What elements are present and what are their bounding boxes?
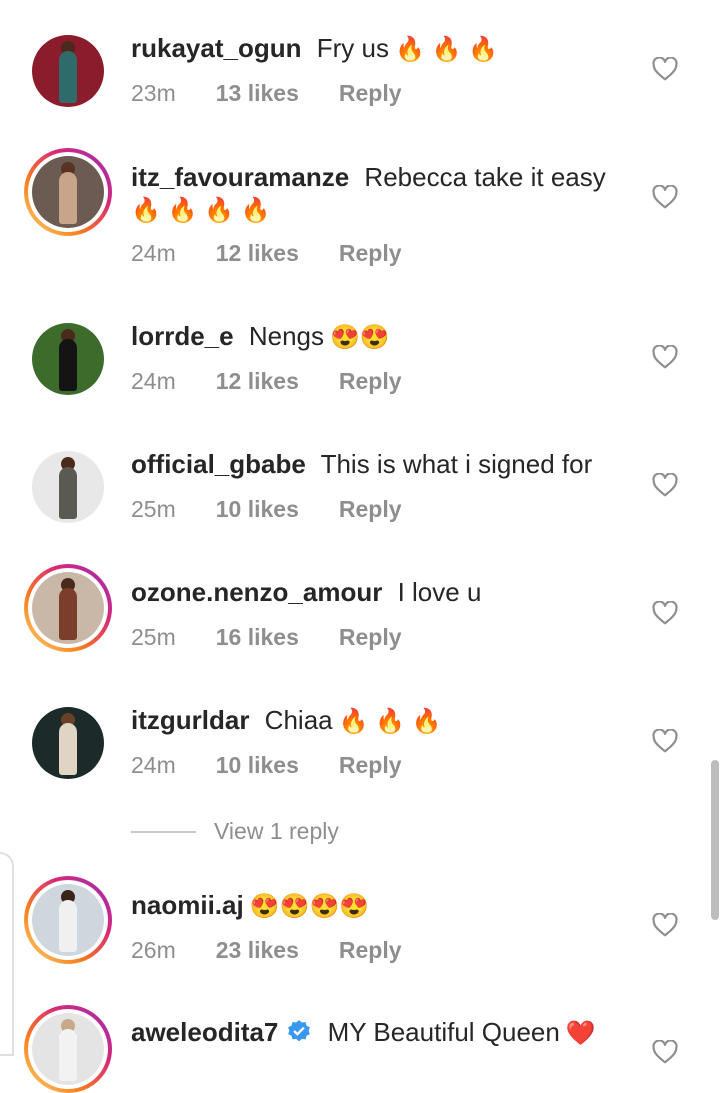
- comment-username[interactable]: itzgurldar: [131, 705, 249, 735]
- comment-likes[interactable]: 12 likes: [216, 240, 299, 267]
- reply-button[interactable]: Reply: [339, 368, 402, 395]
- comment-likes[interactable]: 10 likes: [216, 752, 299, 779]
- comment-meta: 24m 12 likes Reply: [131, 240, 402, 267]
- scrollbar[interactable]: [711, 760, 719, 920]
- comment-text: itz_favouramanze Rebecca take it easy 🔥 🔥…: [131, 161, 606, 227]
- comment-emojis: ❤️: [565, 1020, 596, 1047]
- avatar[interactable]: [32, 451, 104, 523]
- comment-time: 26m: [131, 937, 176, 963]
- like-heart-icon[interactable]: [652, 912, 678, 937]
- reply-button[interactable]: Reply: [339, 80, 402, 107]
- comment-likes[interactable]: 10 likes: [216, 496, 299, 523]
- like-heart-icon[interactable]: [652, 344, 678, 369]
- comment-time: 24m: [131, 368, 176, 394]
- replies-divider: [131, 831, 196, 833]
- reply-button[interactable]: Reply: [339, 496, 402, 523]
- comment-meta: 23m 13 likes Reply: [131, 80, 402, 107]
- comment-emojis: 🔥 🔥 🔥: [338, 708, 442, 735]
- comment-time: 23m: [131, 80, 176, 106]
- comment-meta: 24m 10 likes Reply: [131, 752, 402, 779]
- comment-body: Nengs: [241, 321, 324, 351]
- comment-body: I love u: [390, 577, 482, 607]
- comment-text: naomii.aj 😍😍😍😍: [131, 889, 369, 923]
- avatar-image: [32, 451, 104, 523]
- comment-meta: 25m 10 likes Reply: [131, 496, 402, 523]
- like-heart-icon[interactable]: [652, 1039, 678, 1064]
- avatar-image: [32, 572, 104, 644]
- like-heart-icon[interactable]: [652, 56, 678, 81]
- comment-time: 24m: [131, 752, 176, 778]
- comment-meta: 24m 12 likes Reply: [131, 368, 402, 395]
- avatar-story-ring[interactable]: [24, 1005, 112, 1093]
- avatar-image: [32, 707, 104, 779]
- comment-username[interactable]: official_gbabe: [131, 449, 306, 479]
- avatar-story-ring[interactable]: [24, 876, 112, 964]
- comment-text: rukayat_ogun Fry us 🔥 🔥 🔥: [131, 32, 498, 66]
- avatar-image: [32, 1013, 104, 1085]
- comment-emojis: 😍😍: [330, 324, 390, 351]
- comment-emojis: 🔥 🔥 🔥: [394, 36, 498, 63]
- comment-username[interactable]: naomii.aj: [131, 890, 244, 920]
- comment-text: aweleodita7 MY Beautiful Queen ❤️: [131, 1016, 596, 1050]
- comment-body: Rebecca take it easy: [357, 162, 606, 192]
- comment-meta: 25m 16 likes Reply: [131, 624, 402, 651]
- comment-username[interactable]: itz_favouramanze: [131, 162, 349, 192]
- comment-meta: 26m 23 likes Reply: [131, 937, 402, 964]
- comment-time: 25m: [131, 496, 176, 522]
- comment-username[interactable]: rukayat_ogun: [131, 33, 302, 63]
- avatar[interactable]: [32, 35, 104, 107]
- comment-text: itzgurldar Chiaa 🔥 🔥 🔥: [131, 704, 442, 738]
- comment-emojis: 😍😍😍😍: [249, 893, 370, 920]
- avatar-story-ring[interactable]: [24, 148, 112, 236]
- comment-likes[interactable]: 13 likes: [216, 80, 299, 107]
- reply-thread-edge: [0, 852, 14, 1056]
- like-heart-icon[interactable]: [652, 184, 678, 209]
- comment-body: MY Beautiful Queen: [320, 1017, 560, 1047]
- avatar-image: [32, 884, 104, 956]
- comment-username[interactable]: lorrde_e: [131, 321, 234, 351]
- avatar-image: [32, 35, 104, 107]
- like-heart-icon[interactable]: [652, 600, 678, 625]
- view-replies-label: View 1 reply: [214, 818, 339, 844]
- comment-text: ozone.nenzo_amour I love u: [131, 576, 481, 608]
- reply-button[interactable]: Reply: [339, 937, 402, 964]
- avatar-image: [32, 156, 104, 228]
- comment-time: 25m: [131, 624, 176, 650]
- comment-username[interactable]: aweleodita7: [131, 1017, 278, 1047]
- verified-badge-icon: [286, 1019, 312, 1045]
- comment-text: lorrde_e Nengs 😍😍: [131, 320, 390, 354]
- avatar[interactable]: [32, 707, 104, 779]
- reply-button[interactable]: Reply: [339, 624, 402, 651]
- comment-body: Fry us: [309, 33, 389, 63]
- comment-body: This is what i signed for: [313, 449, 593, 479]
- like-heart-icon[interactable]: [652, 728, 678, 753]
- avatar[interactable]: [32, 323, 104, 395]
- comment-body: Chiaa: [257, 705, 333, 735]
- reply-button[interactable]: Reply: [339, 752, 402, 779]
- comment-text: official_gbabe This is what i signed for: [131, 448, 592, 480]
- comment-username[interactable]: ozone.nenzo_amour: [131, 577, 382, 607]
- comment-emojis: 🔥 🔥 🔥 🔥: [131, 197, 271, 224]
- comment-likes[interactable]: 12 likes: [216, 368, 299, 395]
- like-heart-icon[interactable]: [652, 472, 678, 497]
- comment-time: 24m: [131, 240, 176, 266]
- avatar-story-ring[interactable]: [24, 564, 112, 652]
- reply-button[interactable]: Reply: [339, 240, 402, 267]
- comment-likes[interactable]: 23 likes: [216, 937, 299, 964]
- avatar-image: [32, 323, 104, 395]
- comment-likes[interactable]: 16 likes: [216, 624, 299, 651]
